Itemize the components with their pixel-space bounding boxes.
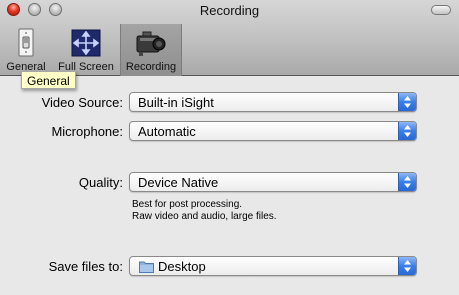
microphone-value: Automatic [138,124,196,139]
title-toolbar: Recording General Full Screen Recording [0,0,459,76]
toolbar-recording[interactable]: Recording [120,24,182,76]
tooltip: General [21,71,76,89]
quality-row: Quality: Device Native [0,172,459,194]
microphone-label: Microphone: [51,124,123,139]
toolbar-toggle-button[interactable] [431,5,451,15]
video-source-row: Video Source: Built-in iSight [0,92,459,114]
save-files-row: Save files to: Desktop [0,256,459,278]
video-source-popup[interactable]: Built-in iSight [129,92,417,112]
microphone-popup[interactable]: Automatic [129,121,417,141]
light-switch-icon [10,28,42,58]
toolbar-full-screen[interactable]: Full Screen [55,24,117,76]
folder-icon [139,260,154,273]
window-title: Recording [199,3,260,18]
quality-label: Quality: [78,175,123,190]
video-source-value: Built-in iSight [138,95,214,110]
popup-arrows-icon [398,173,416,191]
save-files-label: Save files to: [48,259,123,274]
quality-hint-line1: Best for post processing. [132,199,243,210]
popup-arrows-icon [398,93,416,111]
toolbar-recording-label: Recording [125,61,177,73]
video-camera-icon [135,28,167,58]
video-source-label: Video Source: [41,95,123,110]
popup-arrows-icon [398,257,416,275]
popup-arrows-icon [398,122,416,140]
preferences-window: Recording General Full Screen Recording … [0,0,459,295]
save-files-value: Desktop [158,259,206,274]
quality-value: Device Native [138,175,219,190]
microphone-row: Microphone: Automatic [0,121,459,143]
quality-hint-line2: Raw video and audio, large files. [132,211,277,222]
quality-popup[interactable]: Device Native [129,172,417,192]
toolbar-general[interactable]: General [3,24,49,76]
fullscreen-arrows-icon [70,28,102,58]
save-files-popup[interactable]: Desktop [129,256,417,276]
